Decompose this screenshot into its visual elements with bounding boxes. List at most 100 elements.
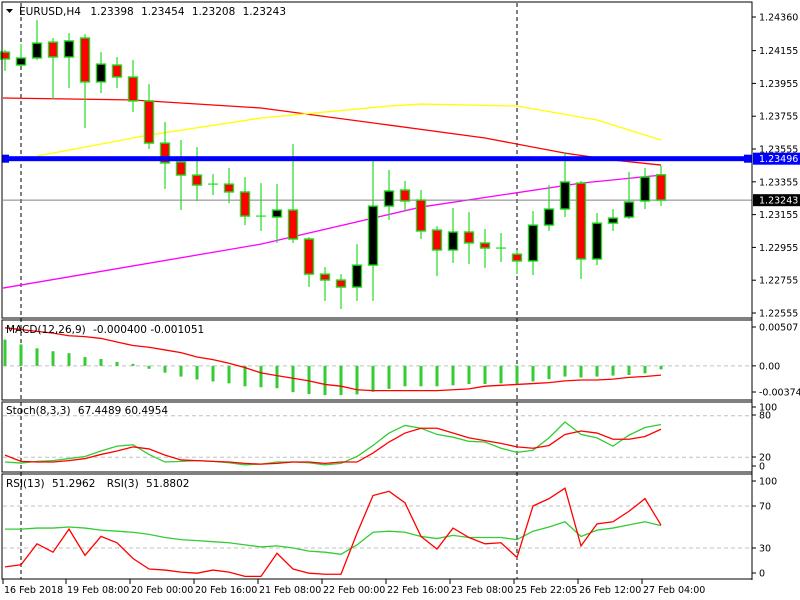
macd-histogram-bar [627,365,631,375]
symbol-name: EURUSD,H4 [19,6,81,18]
candle-body-bear [239,191,251,217]
candle-body-bull [351,264,363,288]
rsi13-title: RSI(13) [6,478,45,490]
price-axis-label: 1.22755 [759,276,798,287]
candle-body-bull [527,224,539,262]
price-axis-label: 1.24360 [759,13,798,24]
indicator-axis-label: 100 [759,477,777,488]
macd-histogram-bar [659,365,663,370]
stoch-header: Stoch(8,3,3) 67.4489 60.4954 [6,405,168,417]
level-price-label: 1.23496 [759,154,798,165]
price-axis-label: 1.23355 [759,177,798,188]
candle-body-bull [15,57,27,66]
time-axis-label: 21 Feb 08:00 [259,585,321,596]
macd-histogram-bar [147,365,151,369]
time-axis-label: 25 Feb 22:05 [515,585,577,596]
time-axis-label: 19 Feb 08:00 [67,585,129,596]
candle-body-bear [431,229,443,251]
macd-histogram-bar [35,348,39,366]
candle-body-bear [287,209,299,240]
indicator-axis-label: 30 [759,544,771,555]
macd-histogram-bar [403,365,407,387]
macd-histogram-bar [67,353,71,366]
candle-body-bear [143,100,155,144]
ohlc-low: 1.23208 [192,6,235,18]
ohlc-high: 1.23454 [141,6,185,18]
candle-body-bull [623,201,635,218]
ohlc-open: 1.23398 [90,6,133,18]
macd-histogram-bar [467,365,471,384]
candle-body-bear [463,231,475,244]
price-axis-label: 1.23155 [759,210,798,221]
level-line-handle-right[interactable] [744,154,752,163]
macd-histogram-bar [515,365,519,384]
candle-body-bull [591,222,603,260]
candle-body-bull [367,205,379,266]
macd-histogram-bar [3,339,7,366]
macd-histogram-bar [51,351,55,366]
price-axis-label: 1.24155 [759,46,798,57]
candle-body-bear [223,183,235,193]
macd-values: -0.000400 -0.001051 [93,324,204,336]
candle-body-bear [655,174,667,201]
candle-body-bull [607,217,619,224]
macd-histogram-bar [435,365,439,387]
candle-body-bear [319,273,331,281]
indicator-axis-label: 0.00 [759,361,780,372]
macd-histogram-bar [179,365,183,377]
macd-histogram-bar [531,365,535,382]
candle-body-bear [191,174,203,186]
macd-histogram-bar [195,365,199,380]
candle-body-bull [543,208,555,226]
candle-body-bear [127,76,139,102]
macd-histogram-bar [163,365,167,373]
candle-body-bear [479,242,491,249]
macd-histogram-bar [243,365,247,387]
candle-body-bear [415,199,427,232]
candle-body-bull [639,176,651,202]
macd-histogram-bar [307,365,311,395]
candle-body-bear [175,161,187,176]
candle-body-bull [95,63,107,83]
indicator-axis-label: 0 [759,462,765,473]
level-line-handle-left[interactable] [2,154,9,163]
time-axis-label: 20 Feb 16:00 [195,585,257,596]
stoch-title: Stoch(8,3,3) [6,405,71,417]
time-axis-label: 16 Feb 2018 [4,585,63,596]
stoch-values: 67.4489 60.4954 [78,405,168,417]
candle-body-bull [447,231,459,251]
candle-body-bull [271,209,283,218]
macd-histogram-bar [339,365,343,396]
rsi3-title: RSI(3) [107,478,139,490]
macd-histogram-bar [19,344,23,366]
macd-histogram-bar [227,365,231,384]
macd-title: MACD(12,26,9) [6,324,86,336]
symbol-header: EURUSD,H4 1.23398 1.23454 1.23208 1.2324… [19,6,286,18]
candle-body-bull [63,40,75,58]
indicator-axis-label: 0 [759,569,765,580]
time-axis-label: 22 Feb 00:00 [323,585,385,596]
macd-histogram-bar [499,365,503,384]
candle-body-bear [511,253,523,262]
macd-histogram-bar [323,365,327,396]
candle-body-bear [79,37,91,83]
time-axis-label: 27 Feb 04:00 [643,585,705,596]
macd-header: MACD(12,26,9) -0.000400 -0.001051 [6,324,204,336]
macd-histogram-bar [99,359,103,366]
indicator-axis-label: 80 [759,411,771,422]
macd-histogram-bar [275,365,279,389]
time-axis-label: 20 Feb 00:00 [131,585,193,596]
trading-chart[interactable]: 1.243601.241551.239551.237551.235551.233… [0,0,800,600]
indicator-axis-label: 0.00507 [759,323,798,334]
macd-histogram-bar [115,361,119,366]
macd-histogram-bar [611,365,615,376]
macd-histogram-bar [371,365,375,392]
price-axis-label: 1.23755 [759,112,798,123]
indicator-axis-label: -0.003747 [759,388,800,399]
time-axis-label: 22 Feb 16:00 [387,585,449,596]
price-axis-label: 1.22955 [759,243,798,254]
horizontal-level-line[interactable] [3,156,752,162]
macd-histogram-bar [211,365,215,382]
current-price-label: 1.23243 [759,196,798,207]
macd-histogram-bar [451,365,455,386]
